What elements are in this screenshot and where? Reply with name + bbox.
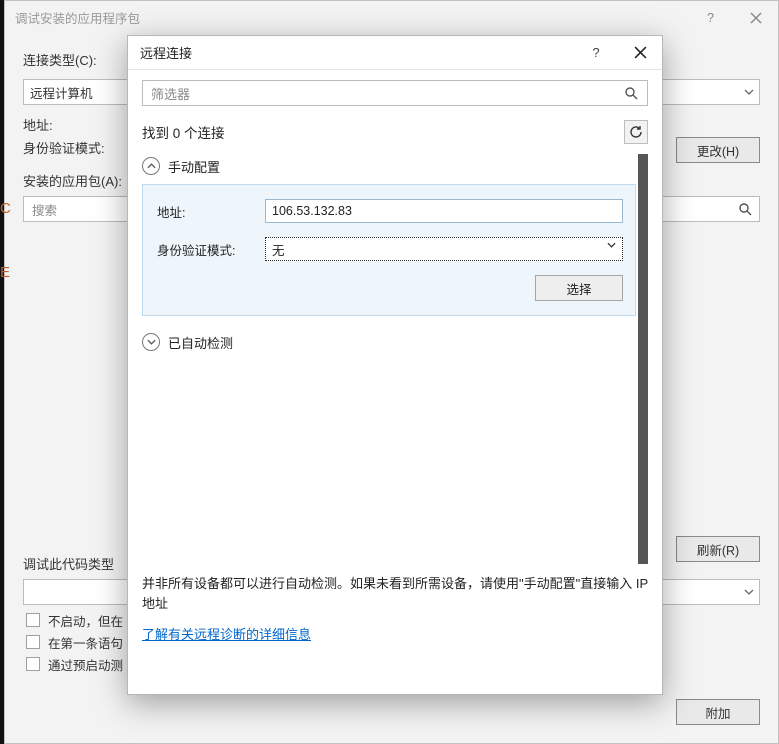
help-icon: ? xyxy=(592,45,599,60)
search-icon xyxy=(621,81,641,105)
manual-address-label: 地址: xyxy=(157,202,265,221)
manual-auth-label: 身份验证模式: xyxy=(157,240,265,259)
checkbox-icon xyxy=(26,613,40,627)
manual-config-label: 手动配置 xyxy=(168,157,220,176)
scrollbar-thumb[interactable] xyxy=(638,154,648,564)
modal-close-button[interactable] xyxy=(618,36,662,70)
chevron-down-icon xyxy=(142,333,160,351)
help-icon: ? xyxy=(707,11,714,25)
found-connections-text: 找到 0 个连接 xyxy=(142,122,624,142)
remote-connection-dialog: 远程连接 ? 筛选器 找到 0 个连接 xyxy=(127,35,663,695)
manual-address-input[interactable]: 106.53.132.83 xyxy=(265,199,623,223)
modal-title: 远程连接 xyxy=(140,43,574,62)
vertical-scrollbar[interactable] xyxy=(638,154,648,564)
hint-text: 并非所有设备都可以进行自动检测。如果未看到所需设备，请使用"手动配置"直接输入 … xyxy=(142,574,648,614)
auto-detected-expander[interactable]: 已自动检测 xyxy=(142,330,636,354)
chevron-down-icon xyxy=(739,580,759,604)
learn-more-link[interactable]: 了解有关远程诊断的详细信息 xyxy=(142,624,648,643)
checkbox-icon xyxy=(26,635,40,649)
filter-placeholder: 筛选器 xyxy=(151,84,190,103)
select-button[interactable]: 选择 xyxy=(535,275,623,301)
help-button[interactable]: ? xyxy=(688,1,733,34)
auto-detected-label: 已自动检测 xyxy=(168,333,233,352)
filter-input[interactable]: 筛选器 xyxy=(142,80,648,106)
auth-mode-label: 身份验证模式: xyxy=(23,138,123,157)
modal-titlebar: 远程连接 ? xyxy=(128,36,662,70)
refresh-icon-button[interactable] xyxy=(624,120,648,144)
connection-type-label: 连接类型(C): xyxy=(23,50,123,69)
refresh-button[interactable]: 刷新(R) xyxy=(676,536,760,562)
connection-type-value: 远程计算机 xyxy=(30,83,93,102)
chevron-down-icon xyxy=(739,80,759,104)
close-button[interactable] xyxy=(733,1,778,34)
checkbox-icon xyxy=(26,657,40,671)
modal-help-button[interactable]: ? xyxy=(574,36,618,70)
parent-title: 调试安装的应用程序包 xyxy=(15,8,688,27)
change-button[interactable]: 更改(H) xyxy=(676,137,760,163)
search-placeholder: 搜索 xyxy=(32,200,57,219)
chevron-down-icon xyxy=(607,242,616,248)
chevron-up-icon xyxy=(142,157,160,175)
manual-auth-select[interactable]: 无 xyxy=(265,237,623,261)
search-icon xyxy=(735,197,755,221)
close-icon xyxy=(750,12,762,24)
parent-titlebar: 调试安装的应用程序包 ? xyxy=(5,1,778,34)
manual-config-expander[interactable]: 手动配置 xyxy=(142,154,636,178)
address-label: 地址: xyxy=(23,115,123,134)
attach-button[interactable]: 附加 xyxy=(676,699,760,725)
refresh-icon xyxy=(629,125,643,139)
manual-config-panel: 地址: 106.53.132.83 身份验证模式: 无 xyxy=(142,184,636,316)
close-icon xyxy=(634,46,647,59)
